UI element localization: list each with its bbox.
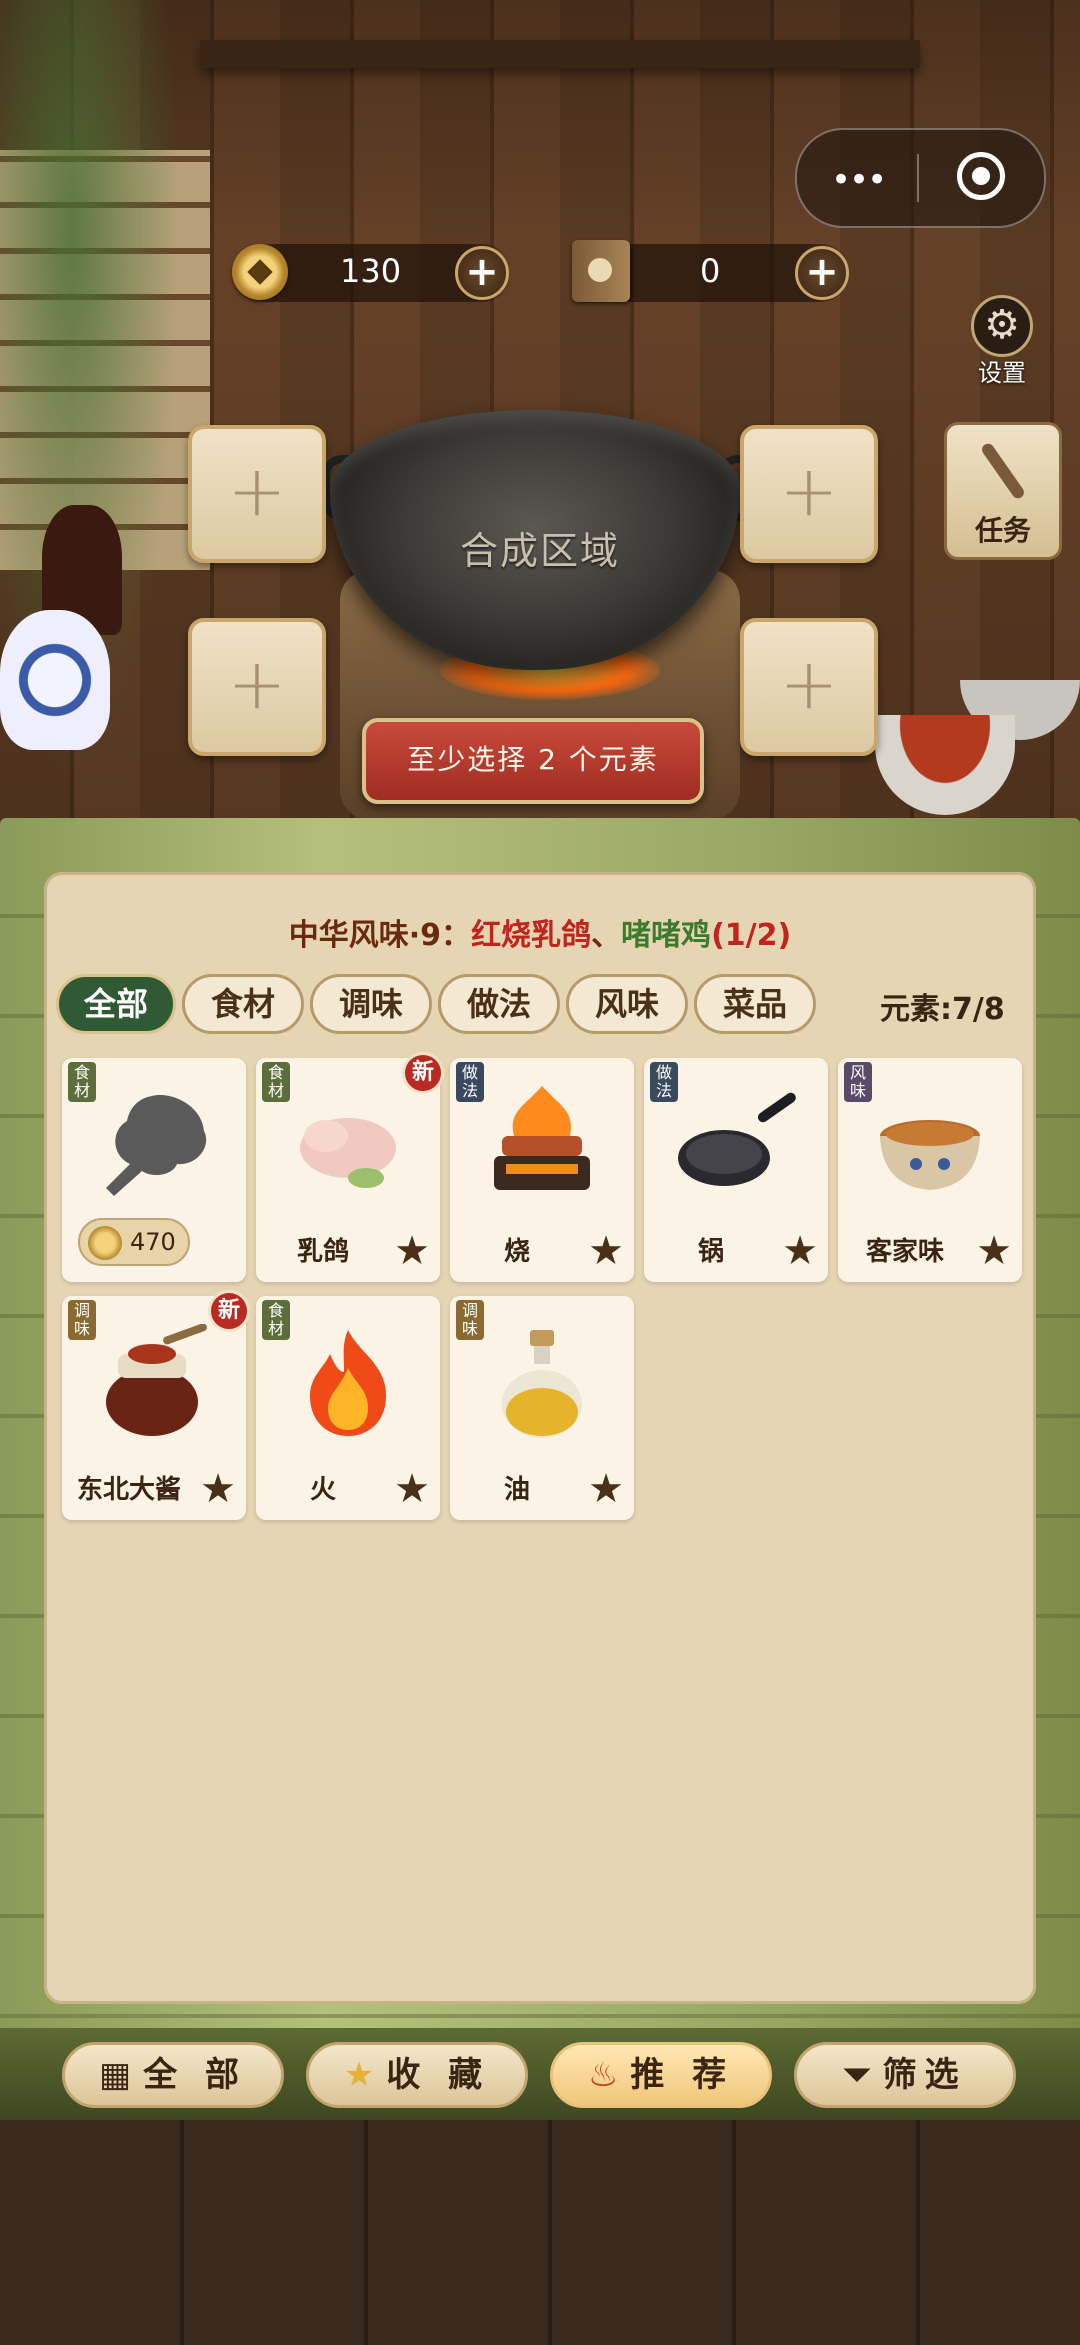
nav-recommend-button[interactable]: ♨ 推 荐 xyxy=(550,2042,772,2108)
grid-icon: ▦ xyxy=(99,2055,132,2095)
element-count: 元素:7/8 xyxy=(880,992,1005,1027)
element-name: 烧 xyxy=(503,1237,530,1267)
filter-icon: ⏷ xyxy=(843,2055,871,2095)
nav-filter-label: 筛选 xyxy=(882,2055,967,2095)
capsule-divider xyxy=(917,154,919,202)
nav-recommend-label: 推 荐 xyxy=(630,2055,735,2095)
element-card[interactable]: 食材 火 ★ xyxy=(256,1296,440,1520)
favorite-star-icon[interactable]: ★ xyxy=(588,1228,624,1274)
unlock-price: 470 xyxy=(130,1228,176,1256)
synthesis-slot-3[interactable]: + xyxy=(188,618,326,756)
favorite-star-icon[interactable]: ★ xyxy=(394,1466,430,1512)
grill-icon xyxy=(494,1086,590,1190)
coin-icon xyxy=(232,244,288,300)
settings-button[interactable]: ⚙ 设置 xyxy=(960,295,1044,387)
nav-favorites-button[interactable]: ★ 收 藏 xyxy=(306,2042,528,2108)
tab-seasoning[interactable]: 调味 xyxy=(310,974,432,1034)
settings-label: 设置 xyxy=(978,359,1026,387)
nav-favorites-label: 收 藏 xyxy=(386,2055,491,2095)
tab-dishes[interactable]: 菜品 xyxy=(694,974,816,1034)
element-card-locked[interactable]: 食材 470 xyxy=(62,1058,246,1282)
close-target-icon[interactable] xyxy=(957,152,1005,200)
recipe-book-icon xyxy=(572,240,630,302)
synthesis-area-label: 合成区域 xyxy=(459,529,620,573)
sauce-jar-icon xyxy=(106,1324,207,1436)
locked-silhouette-icon xyxy=(106,1095,207,1196)
fire-icon xyxy=(310,1330,386,1436)
coin-icon xyxy=(88,1226,122,1260)
task-button[interactable]: 任务 xyxy=(944,422,1062,560)
tab-all[interactable]: 全部 xyxy=(56,974,176,1034)
element-name: 客家味 xyxy=(865,1237,944,1267)
task-label: 任务 xyxy=(974,514,1031,547)
element-card[interactable]: 做法 烧 ★ xyxy=(450,1058,634,1282)
nav-filter-button[interactable]: ⏷ 筛选 xyxy=(794,2042,1016,2108)
element-name: 东北大酱 xyxy=(76,1475,181,1505)
recipe-progress: (1/2) xyxy=(711,918,792,953)
book-value: 0 xyxy=(700,252,721,290)
tab-flavor[interactable]: 风味 xyxy=(566,974,688,1034)
recipe-separator: 、 xyxy=(591,918,622,953)
background-shelf xyxy=(200,40,920,68)
fire-icon: ♨ xyxy=(587,2055,619,2095)
tab-ingredients[interactable]: 食材 xyxy=(182,974,304,1034)
favorite-star-icon[interactable]: ★ xyxy=(200,1466,236,1512)
element-card[interactable]: 食材 新 乳鸽 ★ xyxy=(256,1052,444,1282)
pan-icon xyxy=(678,1092,796,1186)
floor-background xyxy=(0,2120,1080,2345)
recipe-dish-2: 啫啫鸡 xyxy=(621,918,712,953)
favorite-star-icon[interactable]: ★ xyxy=(394,1228,430,1274)
synthesis-slot-2[interactable]: + xyxy=(740,425,878,563)
element-card[interactable]: 做法 锅 ★ xyxy=(644,1058,828,1282)
oil-bottle-icon xyxy=(502,1330,582,1438)
porcelain-jar-decoration xyxy=(0,610,110,750)
add-coins-button[interactable]: + xyxy=(455,246,509,300)
star-icon: ★ xyxy=(343,2055,375,2095)
more-menu-icon[interactable]: ••• xyxy=(831,160,887,200)
pigeon-icon xyxy=(300,1118,396,1188)
element-card[interactable]: 调味 油 ★ xyxy=(450,1296,634,1520)
element-card[interactable]: 调味 新 东北大酱 ★ xyxy=(62,1290,250,1520)
element-name: 火 xyxy=(309,1475,336,1505)
recipe-prefix: 中华风味·9： xyxy=(288,918,472,953)
unlock-price-button[interactable]: 470 xyxy=(78,1218,190,1266)
recipe-dish-1: 红烧乳鸽 xyxy=(471,918,592,953)
synthesis-slot-4[interactable]: + xyxy=(740,618,878,756)
favorite-star-icon[interactable]: ★ xyxy=(588,1466,624,1512)
recipe-objective: 中华风味·9：红烧乳鸽、啫啫鸡(1/2) xyxy=(44,910,1036,954)
element-name: 乳鸽 xyxy=(296,1237,349,1267)
element-name: 油 xyxy=(503,1475,530,1505)
synthesis-slot-1[interactable]: + xyxy=(188,425,326,563)
select-hint-banner: 至少选择 2 个元素 xyxy=(362,718,704,804)
element-name: 锅 xyxy=(697,1237,724,1267)
scroll-icon xyxy=(979,441,1027,501)
add-books-button[interactable]: + xyxy=(795,246,849,300)
gear-icon: ⚙ xyxy=(971,295,1033,357)
clay-pot-icon xyxy=(880,1120,980,1190)
nav-all-label: 全 部 xyxy=(143,2055,247,2095)
coin-value: 130 xyxy=(340,252,402,290)
tab-method[interactable]: 做法 xyxy=(438,974,560,1034)
favorite-star-icon[interactable]: ★ xyxy=(976,1228,1012,1274)
favorite-star-icon[interactable]: ★ xyxy=(782,1228,818,1274)
element-card[interactable]: 风味 客家味 ★ xyxy=(838,1058,1022,1282)
nav-all-button[interactable]: ▦ 全 部 xyxy=(62,2042,284,2108)
mini-program-capsule: ••• xyxy=(795,128,1046,228)
